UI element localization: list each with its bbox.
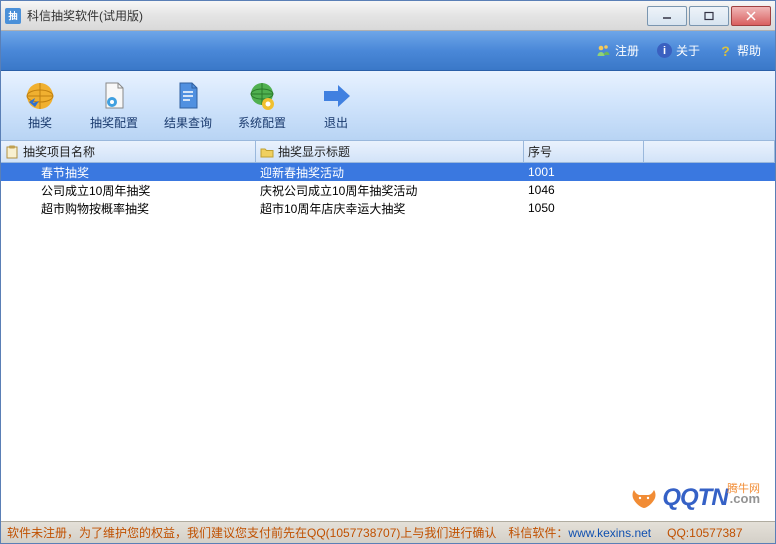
about-label: 关于 [676,42,700,59]
folder-icon [260,145,274,159]
toolbar: 抽奖 抽奖配置 结果查询 系统配置 退出 [1,71,775,141]
about-link[interactable]: i 关于 [657,42,700,59]
exit-label: 退出 [324,114,348,131]
result-button[interactable]: 结果查询 [157,76,219,136]
system-button[interactable]: 系统配置 [231,76,293,136]
globe-arrow-icon [24,80,56,112]
result-label: 结果查询 [164,114,212,131]
system-label: 系统配置 [238,114,286,131]
column-header-title[interactable]: 抽奖显示标题 [256,141,524,162]
qq-label: QQ: [667,526,689,540]
table-header: 抽奖项目名称 抽奖显示标题 序号 [1,141,775,163]
document-check-icon [172,80,204,112]
qq-number: 10577387 [689,526,742,540]
table-row[interactable]: 春节抽奖迎新春抽奖活动1001 [1,163,775,181]
help-link[interactable]: ? 帮助 [718,42,761,59]
column-header-seq[interactable]: 序号 [524,141,644,162]
config-label: 抽奖配置 [90,114,138,131]
exit-button[interactable]: 退出 [305,76,367,136]
cell-name: 超市购物按概率抽奖 [1,200,256,217]
company-label: 科信软件： [508,524,568,541]
info-icon: i [657,43,672,58]
cell-title: 迎新春抽奖活动 [256,164,524,181]
question-icon: ? [718,43,733,58]
maximize-button[interactable] [689,6,729,26]
document-gear-icon [98,80,130,112]
cell-name: 春节抽奖 [1,164,256,181]
lottery-label: 抽奖 [28,114,52,131]
table-row[interactable]: 公司成立10周年抽奖庆祝公司成立10周年抽奖活动1046 [1,181,775,199]
clipboard-icon [5,145,19,159]
column-header-name[interactable]: 抽奖项目名称 [1,141,256,162]
app-window: 抽 科信抽奖软件(试用版) 注册 i 关于 ? 帮助 抽奖 抽奖配置 [0,0,776,544]
status-note: 软件未注册，为了维护您的权益，我们建议您支付前先在QQ(1057738707)上… [7,524,496,541]
window-buttons [647,6,771,26]
people-icon [596,43,611,58]
config-button[interactable]: 抽奖配置 [83,76,145,136]
cell-title: 庆祝公司成立10周年抽奖活动 [256,182,524,199]
lottery-button[interactable]: 抽奖 [9,76,71,136]
titlebar: 抽 科信抽奖软件(试用版) [1,1,775,31]
app-icon: 抽 [5,8,21,24]
column-header-blank[interactable] [644,141,775,162]
register-label: 注册 [615,42,639,59]
top-link-bar: 注册 i 关于 ? 帮助 [1,31,775,71]
cell-seq: 1046 [524,183,644,197]
site-link[interactable]: www.kexins.net [568,526,651,540]
cell-seq: 1050 [524,201,644,215]
cell-seq: 1001 [524,165,644,179]
data-table: 抽奖项目名称 抽奖显示标题 序号 春节抽奖迎新春抽奖活动1001公司成立10周年… [1,141,775,521]
arrow-right-icon [320,80,352,112]
minimize-button[interactable] [647,6,687,26]
globe-gear-icon [246,80,278,112]
window-title: 科信抽奖软件(试用版) [27,7,647,24]
close-button[interactable] [731,6,771,26]
table-body: 春节抽奖迎新春抽奖活动1001公司成立10周年抽奖庆祝公司成立10周年抽奖活动1… [1,163,775,521]
status-bar: 软件未注册，为了维护您的权益，我们建议您支付前先在QQ(1057738707)上… [1,521,775,543]
register-link[interactable]: 注册 [596,42,639,59]
table-row[interactable]: 超市购物按概率抽奖超市10周年店庆幸运大抽奖1050 [1,199,775,217]
help-label: 帮助 [737,42,761,59]
cell-title: 超市10周年店庆幸运大抽奖 [256,200,524,217]
cell-name: 公司成立10周年抽奖 [1,182,256,199]
